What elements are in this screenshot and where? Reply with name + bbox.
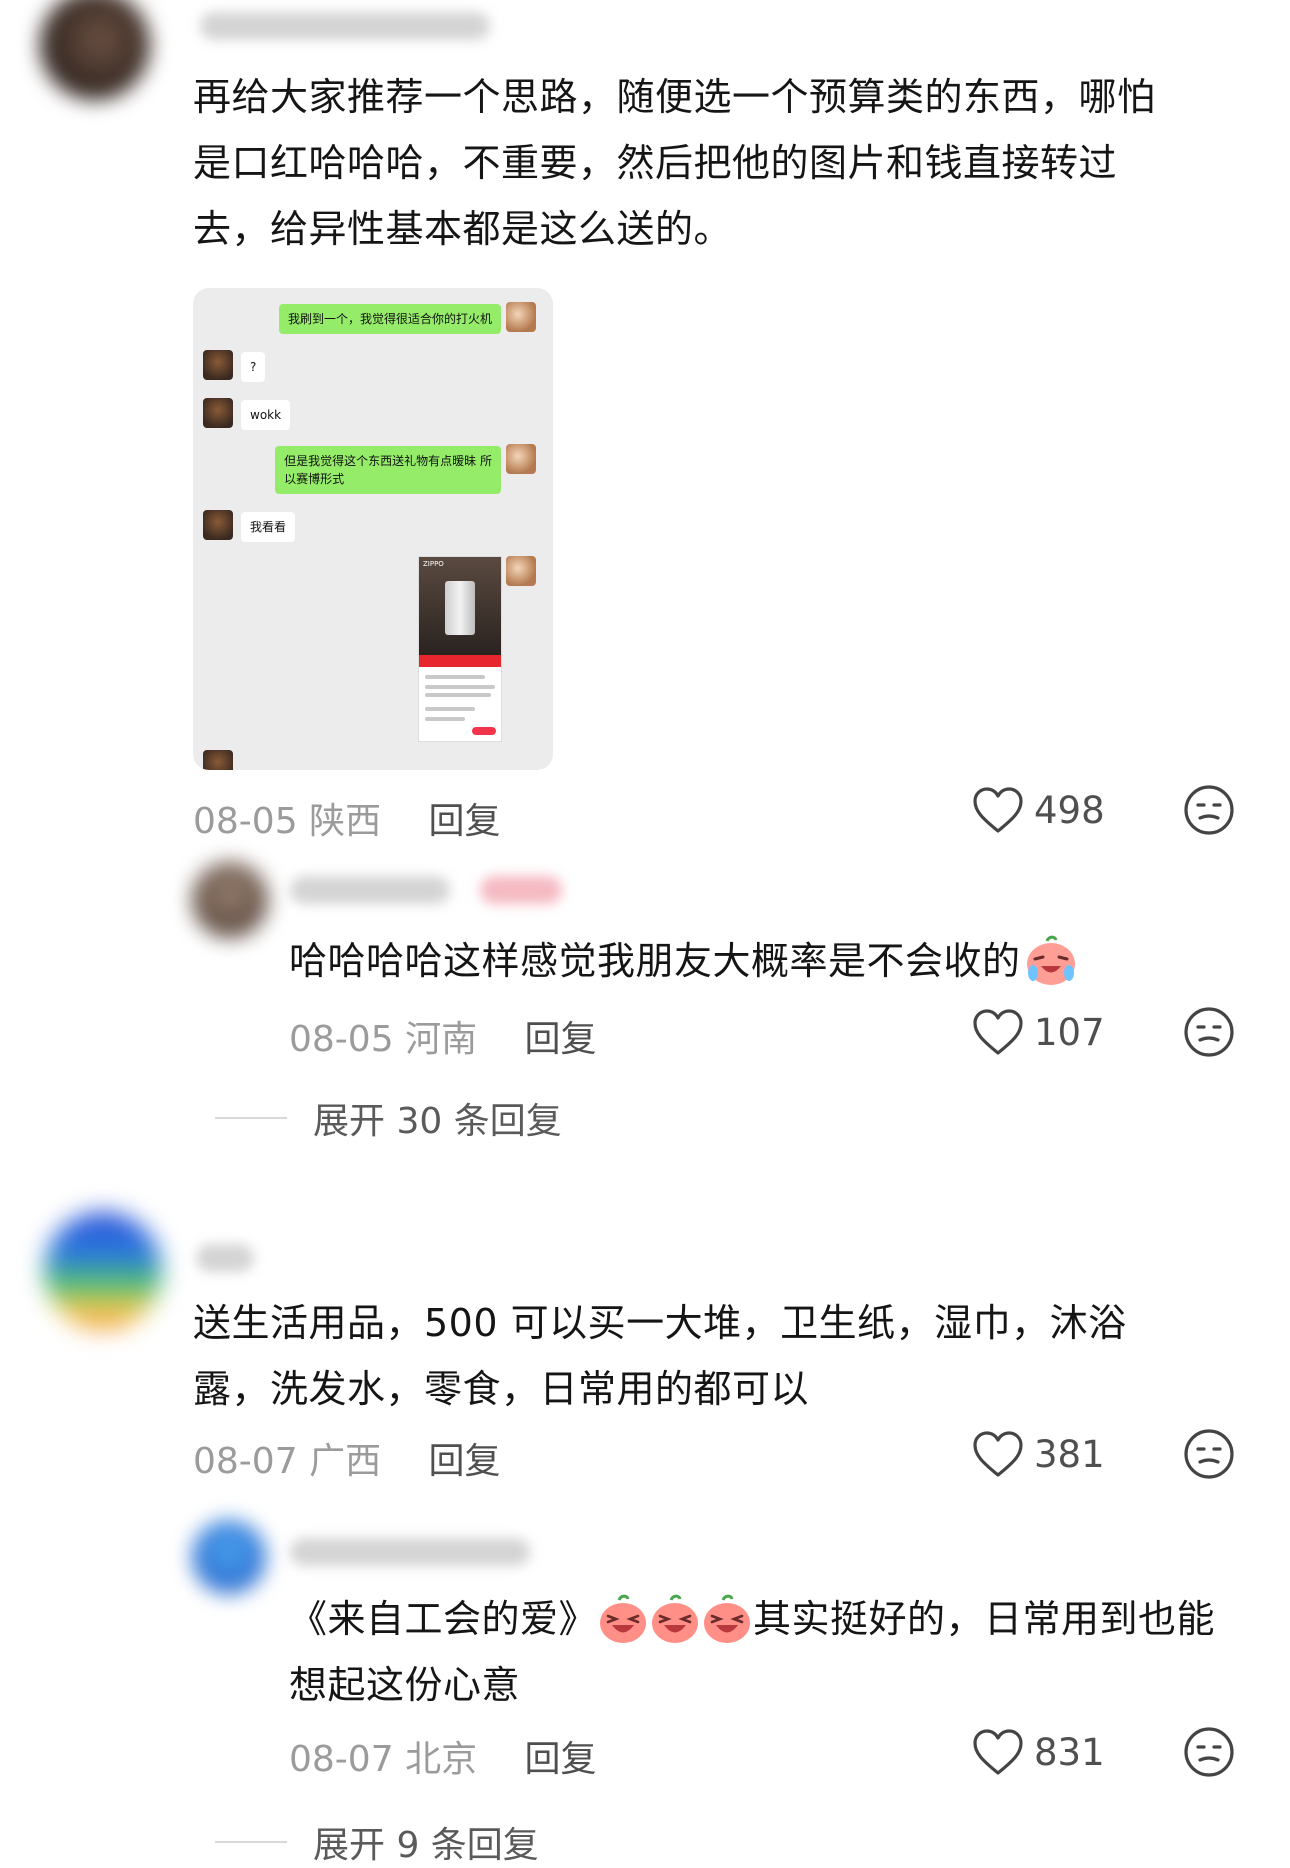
product-card-screenshot: ZIPPO: [418, 556, 502, 742]
lighter-image: [445, 581, 475, 635]
detail-line: [425, 707, 475, 711]
like-count: 107: [1034, 1010, 1105, 1054]
reply-button[interactable]: 回复: [429, 1441, 501, 1482]
product-brand: ZIPPO: [423, 560, 444, 568]
dislike-button[interactable]: [1183, 784, 1235, 836]
comment-date: 08-05: [289, 1019, 394, 1060]
comment-location: 河南: [405, 1019, 478, 1060]
detail-line: [425, 717, 465, 721]
heart-icon: [973, 1009, 1023, 1055]
divider: [215, 1117, 287, 1119]
chat-message: wokk: [241, 400, 291, 430]
comment-text-line: 再给大家推荐一个思路，随便选一个预算类的东西，哪怕: [193, 75, 1156, 119]
reply-button[interactable]: 回复: [429, 801, 501, 842]
expand-replies-label: 展开 9 条回复: [313, 1825, 539, 1866]
reply-text-suffix: 其实挺好的，日常用到也能: [753, 1597, 1216, 1641]
like-button[interactable]: 107: [972, 1008, 1105, 1056]
detail-line: [425, 685, 495, 689]
chat-message: 我刷到一个，我觉得很适合你的打火机: [278, 304, 501, 334]
meh-face-icon: [1184, 1727, 1234, 1777]
like-button[interactable]: 831: [972, 1728, 1105, 1776]
reply-button[interactable]: 回复: [525, 1739, 597, 1780]
like-button[interactable]: 498: [972, 786, 1105, 834]
chat-message: 但是我觉得这个东西送礼物有点暧昧 所 以赛博形式: [275, 446, 501, 494]
meh-face-icon: [1184, 1429, 1234, 1479]
avatar: [203, 350, 233, 380]
divider: [215, 1841, 287, 1843]
product-image: ZIPPO: [419, 557, 501, 655]
chat-message-line: 以赛博形式: [284, 472, 345, 486]
chat-message: ?: [241, 352, 266, 382]
like-count: 498: [1034, 788, 1105, 832]
comment-text-line: 送生活用品，500 可以买一大堆，卫生纸，湿巾，沐浴: [193, 1301, 1127, 1345]
reply-text-prefix: 《来自工会的爱》: [289, 1597, 598, 1641]
reply-text-content: 哈哈哈哈这样感觉我朋友大概率是不会收的: [289, 939, 1021, 983]
comment-location: 北京: [405, 1739, 478, 1780]
comment-location: 陕西: [309, 801, 382, 842]
expand-replies-label: 展开 30 条回复: [313, 1101, 562, 1142]
dislike-button[interactable]: [1183, 1006, 1235, 1058]
buy-button: [472, 727, 496, 735]
avatar[interactable]: [40, 0, 150, 100]
reply-text: 《来自工会的爱》 其实挺好的，日常用到也能 想起这份心意: [289, 1586, 1215, 1718]
avatar[interactable]: [192, 1520, 266, 1594]
detail-line: [425, 675, 485, 679]
laughing-peach-emoji-icon: [652, 1594, 699, 1643]
comment-date: 08-07: [289, 1739, 394, 1780]
username-blurred[interactable]: [290, 1538, 530, 1566]
comment-text-line: 是口红哈哈哈，不重要，然后把他的图片和钱直接转过: [193, 141, 1118, 185]
expand-replies-button[interactable]: 展开 30 条回复: [215, 1092, 562, 1144]
chat-message: 我看看: [241, 512, 296, 542]
username-blurred[interactable]: [200, 12, 490, 40]
comment-date: 08-05: [193, 801, 298, 842]
detail-line: [425, 693, 491, 697]
comment-text: 送生活用品，500 可以买一大堆，卫生纸，湿巾，沐浴 露，洗发水，零食，日常用的…: [193, 1290, 1127, 1422]
avatar: [203, 398, 233, 428]
heart-icon: [973, 1729, 1023, 1775]
comment-text-line: 去，给异性基本都是这么送的。: [193, 207, 733, 251]
comment-text: 再给大家推荐一个思路，随便选一个预算类的东西，哪怕 是口红哈哈哈，不重要，然后把…: [193, 64, 1156, 262]
price-bar: [419, 655, 501, 667]
comment-date: 08-07: [193, 1441, 298, 1482]
laughing-peach-emoji-icon: [704, 1594, 751, 1643]
username-blurred[interactable]: [196, 1244, 254, 1272]
comment-location: 广西: [309, 1441, 382, 1482]
like-count: 381: [1034, 1432, 1105, 1476]
heart-icon: [973, 787, 1023, 833]
crying-laugh-peach-emoji-icon: [1026, 935, 1075, 985]
reply-text-line: 《来自工会的爱》 其实挺好的，日常用到也能: [289, 1586, 1215, 1652]
chat-message-line: 但是我觉得这个东西送礼物有点暧昧 所: [284, 454, 492, 468]
author-badge-blurred: [480, 876, 562, 904]
avatar: [506, 444, 536, 474]
avatar[interactable]: [192, 862, 268, 938]
avatar: [203, 750, 233, 770]
comment-text-line: 露，洗发水，零食，日常用的都可以: [193, 1367, 810, 1411]
meh-face-icon: [1184, 1007, 1234, 1057]
avatar: [203, 510, 233, 540]
heart-icon: [973, 1431, 1023, 1477]
reply-text: 哈哈哈哈这样感觉我朋友大概率是不会收的: [289, 928, 1079, 994]
reply-text-line: 想起这份心意: [289, 1663, 521, 1707]
avatar[interactable]: [44, 1212, 162, 1330]
avatar: [506, 556, 536, 586]
expand-replies-button[interactable]: 展开 9 条回复: [215, 1816, 539, 1868]
username-blurred[interactable]: [290, 876, 450, 904]
like-count: 831: [1034, 1730, 1105, 1774]
meh-face-icon: [1184, 785, 1234, 835]
dislike-button[interactable]: [1183, 1726, 1235, 1778]
reply-button[interactable]: 回复: [525, 1019, 597, 1060]
chat-screenshot-image[interactable]: 我刷到一个，我觉得很适合你的打火机 ? wokk 但是我觉得这个东西送礼物有点暧…: [193, 288, 553, 770]
avatar: [506, 302, 536, 332]
comment-meta: 08-05 陕西 回复: [193, 792, 501, 844]
laughing-peach-emoji-icon: [600, 1594, 647, 1643]
reply-meta: 08-07 北京 回复: [289, 1730, 597, 1782]
dislike-button[interactable]: [1183, 1428, 1235, 1480]
comment-meta: 08-07 广西 回复: [193, 1432, 501, 1484]
like-button[interactable]: 381: [972, 1430, 1105, 1478]
reply-meta: 08-05 河南 回复: [289, 1010, 597, 1062]
